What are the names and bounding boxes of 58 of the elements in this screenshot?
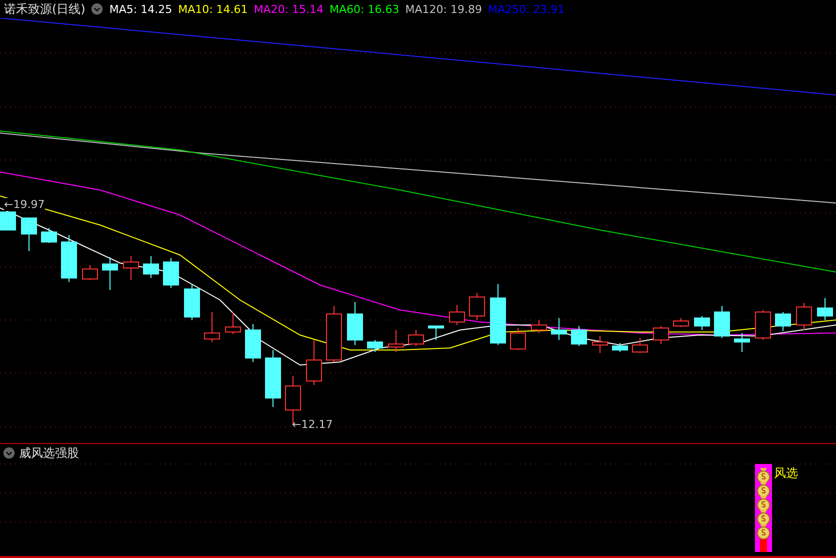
rising-candle [796,302,812,330]
indicator-title: 威风选强股 [19,444,79,462]
falling-candle [694,316,710,330]
falling-candle [102,256,118,290]
falling-candle [714,306,730,338]
rising-candle [449,304,465,326]
falling-candle [571,326,587,346]
rising-candle [531,320,547,334]
falling-candle [347,302,363,346]
moving-average-label: MA250: 23.91 [488,2,565,16]
rising-candle [306,340,322,386]
rising-candle [225,312,241,334]
moving-average-label: MA5: 14.25 [109,2,172,16]
chart-title: 诺禾致源(日线) [4,0,86,18]
falling-candle [265,350,281,408]
falling-candle [775,312,791,332]
money-bag-icon [757,524,770,540]
falling-candle [734,332,750,352]
signal-label: 风选 [774,465,798,482]
falling-candle [21,218,37,252]
low-price-label: ←12.17 [292,418,333,431]
falling-candle [428,326,444,340]
rising-candle [755,310,771,340]
rising-candle [632,338,648,354]
money-bag-icon [757,468,770,484]
falling-candle [163,258,179,288]
falling-candle [0,212,16,230]
falling-candle [367,340,383,352]
moving-average-label: MA20: 15.14 [254,2,324,16]
rising-candle [469,292,485,320]
money-bag-icon [757,482,770,498]
rising-candle [408,330,424,346]
falling-candle [612,342,628,352]
money-bag-icon [757,510,770,526]
rising-candle [204,312,220,342]
falling-candle [41,228,57,244]
rising-candle [510,328,526,350]
rising-candle [592,336,608,354]
collapse-icon[interactable] [3,447,15,459]
rising-candle [388,330,404,352]
moving-average-label: MA60: 16.63 [330,2,400,16]
falling-candle [817,298,833,320]
falling-candle [184,284,200,320]
rising-candle [123,256,139,280]
money-bag-icon [757,496,770,512]
rising-candle [673,318,689,328]
falling-candle [61,234,77,282]
moving-average-label: MA10: 14.61 [178,2,248,16]
rising-candle [653,326,669,344]
falling-candle [245,324,261,362]
falling-candle [490,284,506,346]
rising-candle [82,264,98,280]
rising-candle [326,306,342,362]
high-price-label: ←19.97 [4,198,45,211]
falling-candle [551,318,567,340]
collapse-icon[interactable] [91,3,104,15]
moving-average-label: MA120: 19.89 [405,2,482,16]
falling-candle [143,256,159,278]
